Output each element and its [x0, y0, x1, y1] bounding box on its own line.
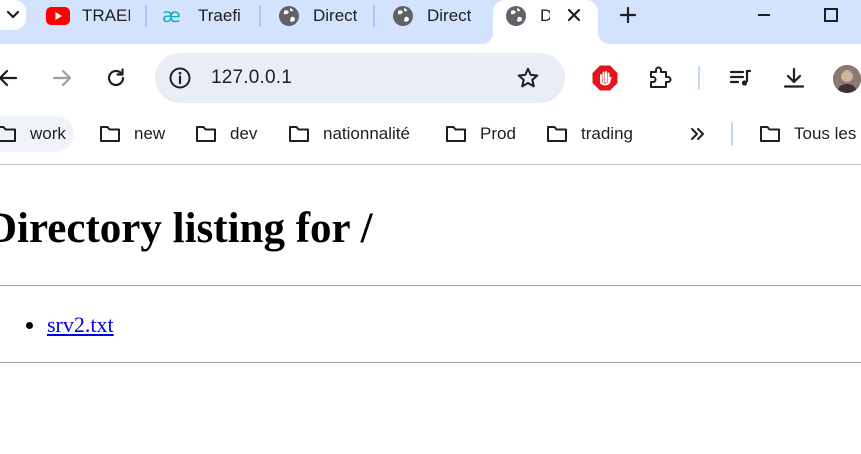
downloads-button[interactable] [776, 60, 812, 96]
minimize-icon [758, 14, 770, 16]
bookmark-folder-prod[interactable]: Prod [444, 116, 516, 152]
maximize-icon [824, 8, 838, 22]
youtube-icon [46, 4, 70, 28]
tab-title: Direct [313, 6, 357, 25]
folder-icon [545, 122, 569, 146]
divider-bottom [0, 362, 861, 363]
bookmark-folder-dev[interactable]: dev [194, 116, 257, 152]
media-control-button[interactable] [722, 60, 758, 96]
download-icon [783, 67, 805, 88]
close-icon [567, 8, 581, 22]
tab-separator [145, 5, 147, 27]
avatar-icon [833, 65, 861, 93]
bookmark-folder-all[interactable]: Tous les [758, 116, 856, 152]
bookmark-folder-trading[interactable]: trading [545, 116, 633, 152]
tab-directory-1[interactable]: Direct [277, 0, 357, 32]
adblock-hand-icon [592, 65, 618, 91]
arrow-right-icon [52, 69, 72, 87]
reload-button[interactable] [98, 60, 134, 96]
globe-icon [391, 4, 415, 28]
info-icon [169, 67, 191, 89]
divider-top [0, 285, 861, 286]
arrow-left-icon [0, 69, 18, 87]
minimize-button[interactable] [751, 2, 777, 28]
file-link[interactable]: srv2.txt [47, 312, 114, 338]
adblock-extension-button[interactable] [587, 60, 623, 96]
chevron-down-icon [6, 10, 20, 19]
bookmark-folder-work[interactable]: work [0, 116, 74, 152]
new-tab-button[interactable] [615, 2, 641, 28]
site-info-button[interactable] [165, 63, 195, 93]
bookmark-label: trading [581, 124, 633, 143]
tab-separator [373, 5, 375, 27]
tab-title: TRAEF [82, 6, 130, 25]
media-queue-icon [729, 69, 752, 86]
url-text[interactable]: 127.0.0.1 [211, 67, 292, 89]
folder-icon [444, 122, 468, 146]
tab-close-button[interactable] [562, 3, 586, 27]
bullet-icon [26, 321, 33, 329]
page-content: Directory listing for / srv2.txt [0, 165, 861, 454]
page-title: Directory listing for / [0, 205, 373, 252]
tab-separator [259, 5, 261, 27]
list-item: srv2.txt [26, 312, 114, 338]
extensions-button[interactable] [642, 60, 678, 96]
reload-icon [107, 68, 125, 87]
plus-icon [619, 6, 637, 24]
back-button[interactable] [0, 60, 26, 96]
traefik-icon: æ [162, 4, 186, 28]
puzzle-icon [650, 66, 672, 88]
bookmark-star-button[interactable] [513, 63, 543, 93]
tab-title: Direct [427, 6, 471, 25]
folder-icon [287, 122, 311, 146]
globe-icon [277, 4, 301, 28]
svg-text:æ: æ [162, 6, 181, 26]
tab-search-button[interactable] [0, 0, 26, 30]
bookmarks-overflow-button[interactable] [684, 120, 712, 148]
folder-icon [98, 122, 122, 146]
file-list: srv2.txt [26, 312, 114, 338]
bookmark-label: nationnalité [323, 124, 410, 143]
tab-title: Traefi [198, 6, 241, 25]
tab-active-content: D [504, 0, 550, 32]
bookmark-label: new [134, 124, 166, 143]
profile-avatar[interactable] [833, 65, 861, 93]
tab-strip: TRAEF æ Traefi Direct Direct D [0, 0, 861, 44]
bookmark-label: dev [230, 124, 258, 143]
toolbar: 127.0.0.1 [0, 44, 861, 112]
tab-title: D [540, 6, 550, 25]
bookmark-folder-nationnalite[interactable]: nationnalité [287, 116, 410, 152]
tab-directory-2[interactable]: Direct [391, 0, 471, 32]
bookmark-label: Tous les [794, 124, 857, 143]
bookmarks-bar: work new dev nationnalité Prod trading T… [0, 112, 861, 154]
address-bar[interactable]: 127.0.0.1 [155, 53, 565, 103]
bookmark-label: work [30, 124, 66, 143]
tab-youtube[interactable]: TRAEF [46, 0, 130, 32]
maximize-button[interactable] [818, 2, 844, 28]
folder-icon [194, 122, 218, 146]
bookmarks-separator [731, 122, 733, 146]
double-chevron-right-icon [691, 128, 704, 140]
bookmark-label: Prod [480, 124, 516, 143]
forward-button[interactable] [44, 60, 80, 96]
toolbar-divider [698, 66, 700, 90]
bookmark-folder-new[interactable]: new [98, 116, 165, 152]
folder-icon [758, 122, 782, 146]
folder-icon [0, 122, 18, 146]
tab-traefik[interactable]: æ Traefi [162, 0, 242, 32]
star-icon [517, 67, 539, 88]
globe-icon [504, 4, 528, 28]
